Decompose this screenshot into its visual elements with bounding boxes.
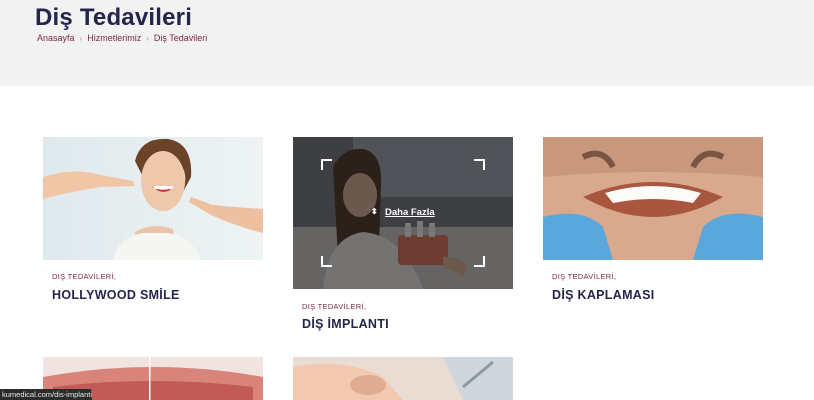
breadcrumb-separator-icon: › bbox=[146, 34, 149, 43]
more-link-label: Daha Fazla bbox=[385, 207, 435, 218]
breadcrumb: Anasayfa › Hizmetlerimiz › Diş Tedavileri bbox=[37, 33, 207, 43]
breadcrumb-separator-icon: › bbox=[79, 34, 83, 43]
corner-bracket-icon bbox=[474, 256, 485, 267]
corner-bracket-icon bbox=[321, 159, 332, 170]
service-card-hollywood-smile[interactable]: DIŞ TEDAVİLERİ, HOLLYWOOD SMİLE bbox=[43, 137, 263, 317]
card-category: DIŞ TEDAVİLERİ, bbox=[302, 302, 367, 311]
service-image-hollywood-smile[interactable] bbox=[43, 137, 263, 260]
card-title-link[interactable]: HOLLYWOOD SMİLE bbox=[52, 288, 180, 302]
service-image-row2-2[interactable] bbox=[293, 357, 513, 400]
card-title-link[interactable]: DİŞ İMPLANTI bbox=[302, 317, 389, 331]
breadcrumb-home-link[interactable]: Anasayfa bbox=[37, 33, 75, 43]
corner-bracket-icon bbox=[474, 159, 485, 170]
browser-status-url: kumedical.com/dis-implanti bbox=[0, 389, 92, 400]
service-card-dis-kaplamasi[interactable]: DIŞ TEDAVİLERİ, DİŞ KAPLAMASI bbox=[543, 137, 763, 317]
service-image-dis-implanti[interactable]: ⬍ Daha Fazla bbox=[293, 137, 513, 289]
breadcrumb-services-link[interactable]: Hizmetlerimiz bbox=[87, 33, 141, 43]
service-image-dis-kaplamasi[interactable] bbox=[543, 137, 763, 260]
card-category: DIŞ TEDAVİLERİ, bbox=[552, 272, 617, 281]
more-link[interactable]: ⬍ Daha Fazla bbox=[371, 207, 435, 218]
breadcrumb-current: Diş Tedavileri bbox=[153, 33, 208, 43]
expand-arrows-icon: ⬍ bbox=[371, 207, 378, 216]
hover-overlay[interactable]: ⬍ Daha Fazla bbox=[293, 137, 513, 289]
card-title-link[interactable]: DİŞ KAPLAMASI bbox=[552, 288, 655, 302]
page-header: Diş Tedavileri Anasayfa › Hizmetlerimiz › Di… bbox=[0, 0, 814, 86]
page-title: Diş Tedavileri bbox=[35, 4, 193, 31]
card-category: DIŞ TEDAVİLERİ, bbox=[52, 272, 117, 281]
service-card-row2-2[interactable] bbox=[293, 357, 513, 400]
corner-bracket-icon bbox=[321, 256, 332, 267]
service-card-dis-implanti[interactable]: ⬍ Daha Fazla DIŞ TEDAVİLERİ, DİŞ İMPLANTI bbox=[293, 137, 513, 347]
